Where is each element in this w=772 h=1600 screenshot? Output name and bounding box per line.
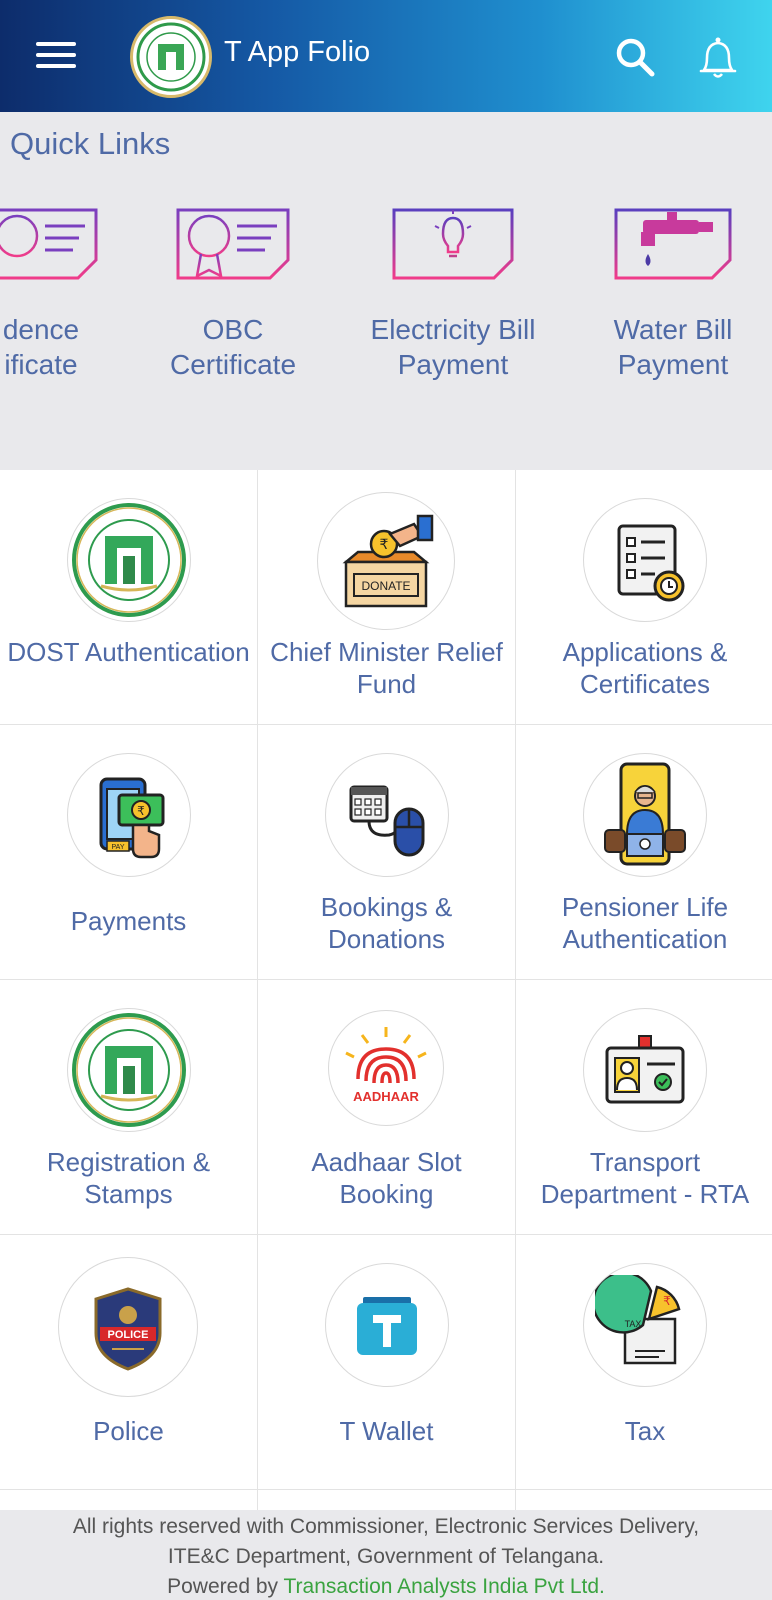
document-clock-icon	[583, 498, 707, 622]
service-police[interactable]: POLICE Police	[0, 1235, 258, 1490]
pensioner-phone-icon	[583, 753, 707, 877]
app-title: T App Folio	[224, 36, 371, 68]
aadhaar-icon: AADHAAR	[328, 1010, 444, 1126]
search-icon[interactable]	[614, 36, 658, 80]
footer-powered-by: Powered by Transaction Analysts India Pv…	[0, 1572, 772, 1600]
service-dost-authentication[interactable]: DOST Authentication	[0, 470, 258, 725]
telangana-emblem-icon	[67, 1008, 191, 1132]
svg-text:TAX: TAX	[625, 1319, 642, 1329]
service-label: Transport Department - RTA	[540, 1147, 750, 1209]
service-payments[interactable]: ₹ PAY Payments	[0, 725, 258, 980]
id-card-icon	[583, 1008, 707, 1132]
donate-box-icon: DONATE ₹	[317, 492, 455, 630]
water-tap-icon	[614, 208, 732, 280]
calendar-mouse-icon	[325, 753, 449, 877]
quick-link-label: OBC Certificate	[169, 314, 297, 380]
certificate-icon	[0, 208, 98, 280]
service-label: Registration & Stamps	[46, 1147, 211, 1209]
telangana-emblem-icon	[67, 498, 191, 622]
svg-text:₹: ₹	[380, 537, 389, 553]
quick-links-carousel[interactable]: dence ificate OBC Certificate Electricit…	[0, 190, 772, 440]
service-transport-rta[interactable]: Transport Department - RTA	[516, 980, 772, 1235]
svg-text:PAY: PAY	[112, 844, 125, 851]
service-registration-stamps[interactable]: Registration & Stamps	[0, 980, 258, 1235]
service-pensioner-life-authentication[interactable]: Pensioner Life Authentication	[516, 725, 772, 980]
service-cm-relief-fund[interactable]: DONATE ₹ Chief Minister Relief Fund	[258, 470, 516, 725]
service-label: Police	[93, 1416, 164, 1446]
footer-line-1: All rights reserved with Commissioner, E…	[72, 1515, 700, 1538]
service-aadhaar-slot-booking[interactable]: AADHAAR Aadhaar Slot Booking	[258, 980, 516, 1235]
service-label: DOST Authentication	[7, 637, 250, 667]
quick-link-label: Electricity Bill Payment	[370, 314, 536, 380]
quick-link-water-bill[interactable]: Water Bill Payment	[568, 190, 772, 382]
lightbulb-icon	[392, 208, 514, 280]
powered-by-link[interactable]: Transaction Analysts India Pvt Ltd.	[283, 1575, 604, 1598]
telangana-logo-icon	[130, 16, 212, 98]
quick-link-electricity-bill[interactable]: Electricity Bill Payment	[348, 190, 558, 382]
quick-link-label: dence ificate	[2, 314, 80, 380]
quick-link-obc-certificate[interactable]: OBC Certificate	[128, 190, 338, 382]
footer-line-2: ITE&C Department, Government of Telangan…	[167, 1545, 605, 1568]
service-label: Pensioner Life Authentication	[561, 892, 729, 954]
quick-links-title: Quick Links	[10, 126, 171, 161]
mobile-payment-icon: ₹ PAY	[67, 753, 191, 877]
service-label: Bookings & Donations	[320, 892, 453, 954]
service-label: T Wallet	[339, 1416, 434, 1446]
obc-certificate-icon	[176, 208, 290, 280]
svg-text:DONATE: DONATE	[361, 579, 410, 593]
footer: All rights reserved with Commissioner, E…	[0, 1510, 772, 1600]
quick-link-residence-certificate[interactable]: dence ificate	[0, 190, 146, 382]
service-tax[interactable]: ₹ TAX Tax	[516, 1235, 772, 1490]
service-label: Payments	[70, 906, 187, 936]
service-cell-partial	[0, 1490, 258, 1510]
t-wallet-icon	[325, 1263, 449, 1387]
service-cell-partial	[258, 1490, 516, 1510]
svg-text:₹: ₹	[137, 804, 145, 818]
service-label: Tax	[624, 1416, 666, 1446]
service-bookings-donations[interactable]: Bookings & Donations	[258, 725, 516, 980]
powered-by-prefix: Powered by	[167, 1575, 284, 1598]
notification-bell-icon[interactable]	[696, 34, 740, 80]
svg-text:POLICE: POLICE	[108, 1329, 149, 1341]
svg-text:AADHAAR: AADHAAR	[353, 1089, 419, 1104]
service-label: Aadhaar Slot Booking	[311, 1147, 462, 1209]
svg-text:₹: ₹	[663, 1294, 671, 1308]
police-badge-icon: POLICE	[58, 1257, 198, 1397]
tax-chart-icon: ₹ TAX	[583, 1263, 707, 1387]
menu-icon[interactable]	[36, 42, 76, 72]
service-label: Chief Minister Relief Fund	[270, 637, 503, 699]
services-grid: DOST Authentication DONATE ₹ Chief Minist…	[0, 470, 772, 1510]
service-label: Applications & Certificates	[562, 637, 728, 699]
service-applications-certificates[interactable]: Applications & Certificates	[516, 470, 772, 725]
service-t-wallet[interactable]: T Wallet	[258, 1235, 516, 1490]
quick-link-label: Water Bill Payment	[613, 314, 733, 380]
app-bar: T App Folio	[0, 0, 772, 112]
